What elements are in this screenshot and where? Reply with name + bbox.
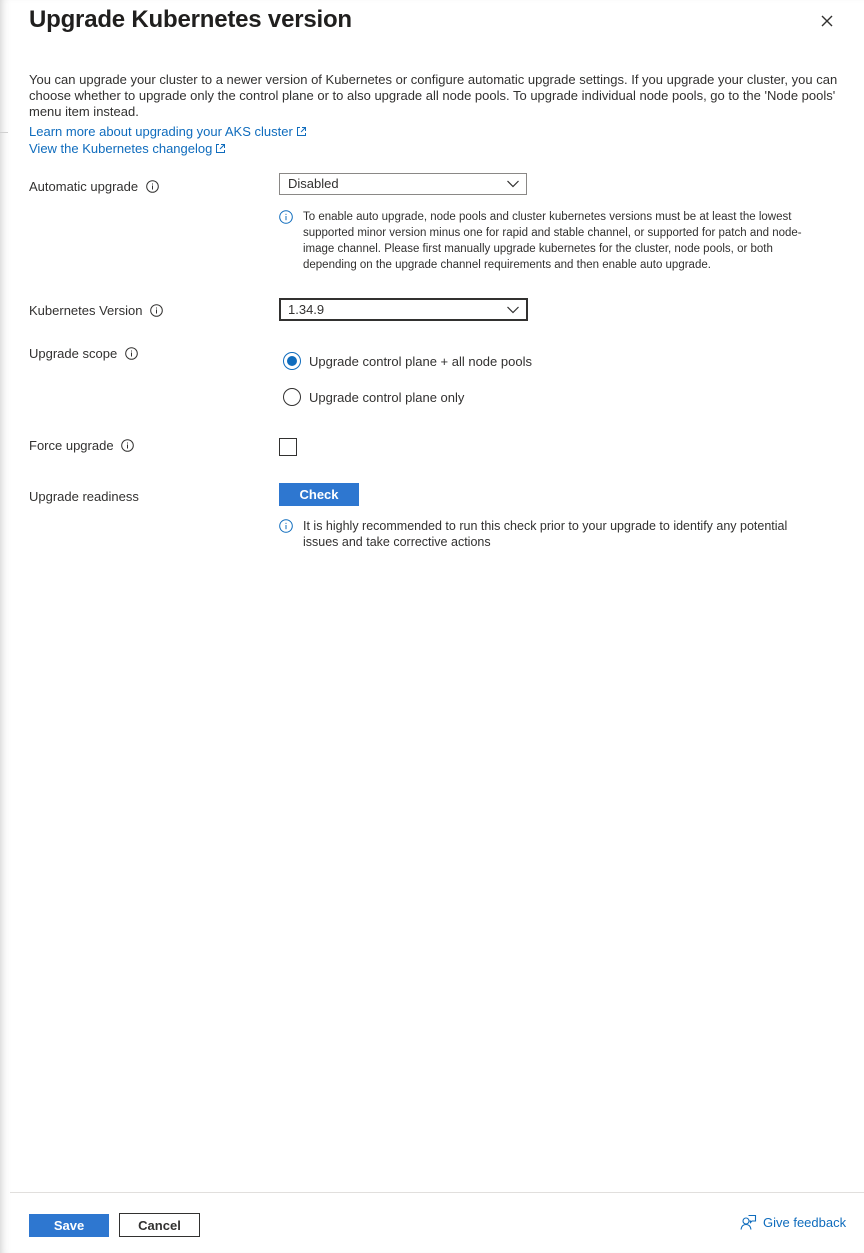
automatic-upgrade-info: To enable auto upgrade, node pools and c… (279, 209, 839, 275)
automatic-upgrade-label-text: Automatic upgrade (29, 179, 139, 194)
info-icon[interactable] (145, 180, 159, 193)
automatic-upgrade-value: Disabled (288, 176, 339, 191)
upgrade-scope-label-text: Upgrade scope (29, 346, 118, 361)
upgrade-readiness-info: It is highly recommended to run this che… (279, 518, 839, 552)
upgrade-panel: Upgrade Kubernetes version You can upgra… (0, 0, 864, 1253)
close-icon (821, 15, 833, 27)
cancel-button[interactable]: Cancel (119, 1213, 200, 1237)
kubernetes-version-value: 1.34.9 (288, 302, 325, 317)
automatic-upgrade-dropdown[interactable]: Disabled (279, 173, 527, 195)
upgrade-scope-label: Upgrade scope (29, 346, 138, 361)
give-feedback-text: Give feedback (763, 1215, 847, 1230)
save-button[interactable]: Save (29, 1214, 109, 1237)
force-upgrade-label: Force upgrade (29, 438, 134, 453)
info-line: To enable auto upgrade, node pools and c… (303, 211, 792, 223)
info-line: image channel. Please first manually upg… (303, 243, 773, 255)
changelog-link[interactable]: View the Kubernetes changelog (29, 141, 226, 156)
footer-divider (10, 1192, 864, 1193)
info-icon[interactable] (121, 439, 134, 452)
check-button[interactable]: Check (279, 483, 359, 506)
info-icon (279, 210, 293, 224)
external-link-icon (216, 144, 226, 153)
radio-label: Upgrade control plane + all node pools (309, 354, 532, 369)
info-icon (279, 519, 293, 533)
info-line: supported minor version minus one for ra… (303, 227, 802, 239)
automatic-upgrade-label: Automatic upgrade (29, 179, 159, 194)
changelog-link-text: View the Kubernetes changelog (29, 141, 213, 156)
give-feedback-link[interactable]: Give feedback (740, 1214, 846, 1231)
close-button[interactable] (816, 10, 838, 32)
info-line: issues and take corrective actions (303, 535, 491, 549)
kubernetes-version-dropdown[interactable]: 1.34.9 (279, 298, 528, 321)
feedback-icon (740, 1214, 757, 1230)
upgrade-readiness-label: Upgrade readiness (29, 489, 139, 504)
page-title: Upgrade Kubernetes version (29, 6, 352, 33)
learn-more-link-text: Learn more about upgrading your AKS clus… (29, 124, 293, 139)
learn-more-link[interactable]: Learn more about upgrading your AKS clus… (29, 124, 307, 139)
background-divider (0, 132, 8, 133)
kubernetes-version-label-text: Kubernetes Version (29, 303, 143, 318)
kubernetes-version-label: Kubernetes Version (29, 303, 163, 318)
radio-label: Upgrade control plane only (309, 390, 465, 405)
radio-button-checked[interactable] (283, 352, 301, 370)
force-upgrade-label-text: Force upgrade (29, 438, 114, 453)
info-line: It is highly recommended to run this che… (303, 519, 788, 533)
info-line: depending on the upgrade channel require… (303, 259, 711, 271)
chevron-down-icon (507, 180, 519, 188)
page-description: You can upgrade your cluster to a newer … (29, 72, 838, 119)
info-icon[interactable] (124, 347, 138, 360)
chevron-down-icon (507, 306, 519, 314)
radio-button-unchecked[interactable] (283, 388, 301, 406)
force-upgrade-checkbox[interactable] (279, 438, 297, 456)
info-icon[interactable] (150, 304, 163, 317)
external-link-icon (296, 127, 306, 136)
